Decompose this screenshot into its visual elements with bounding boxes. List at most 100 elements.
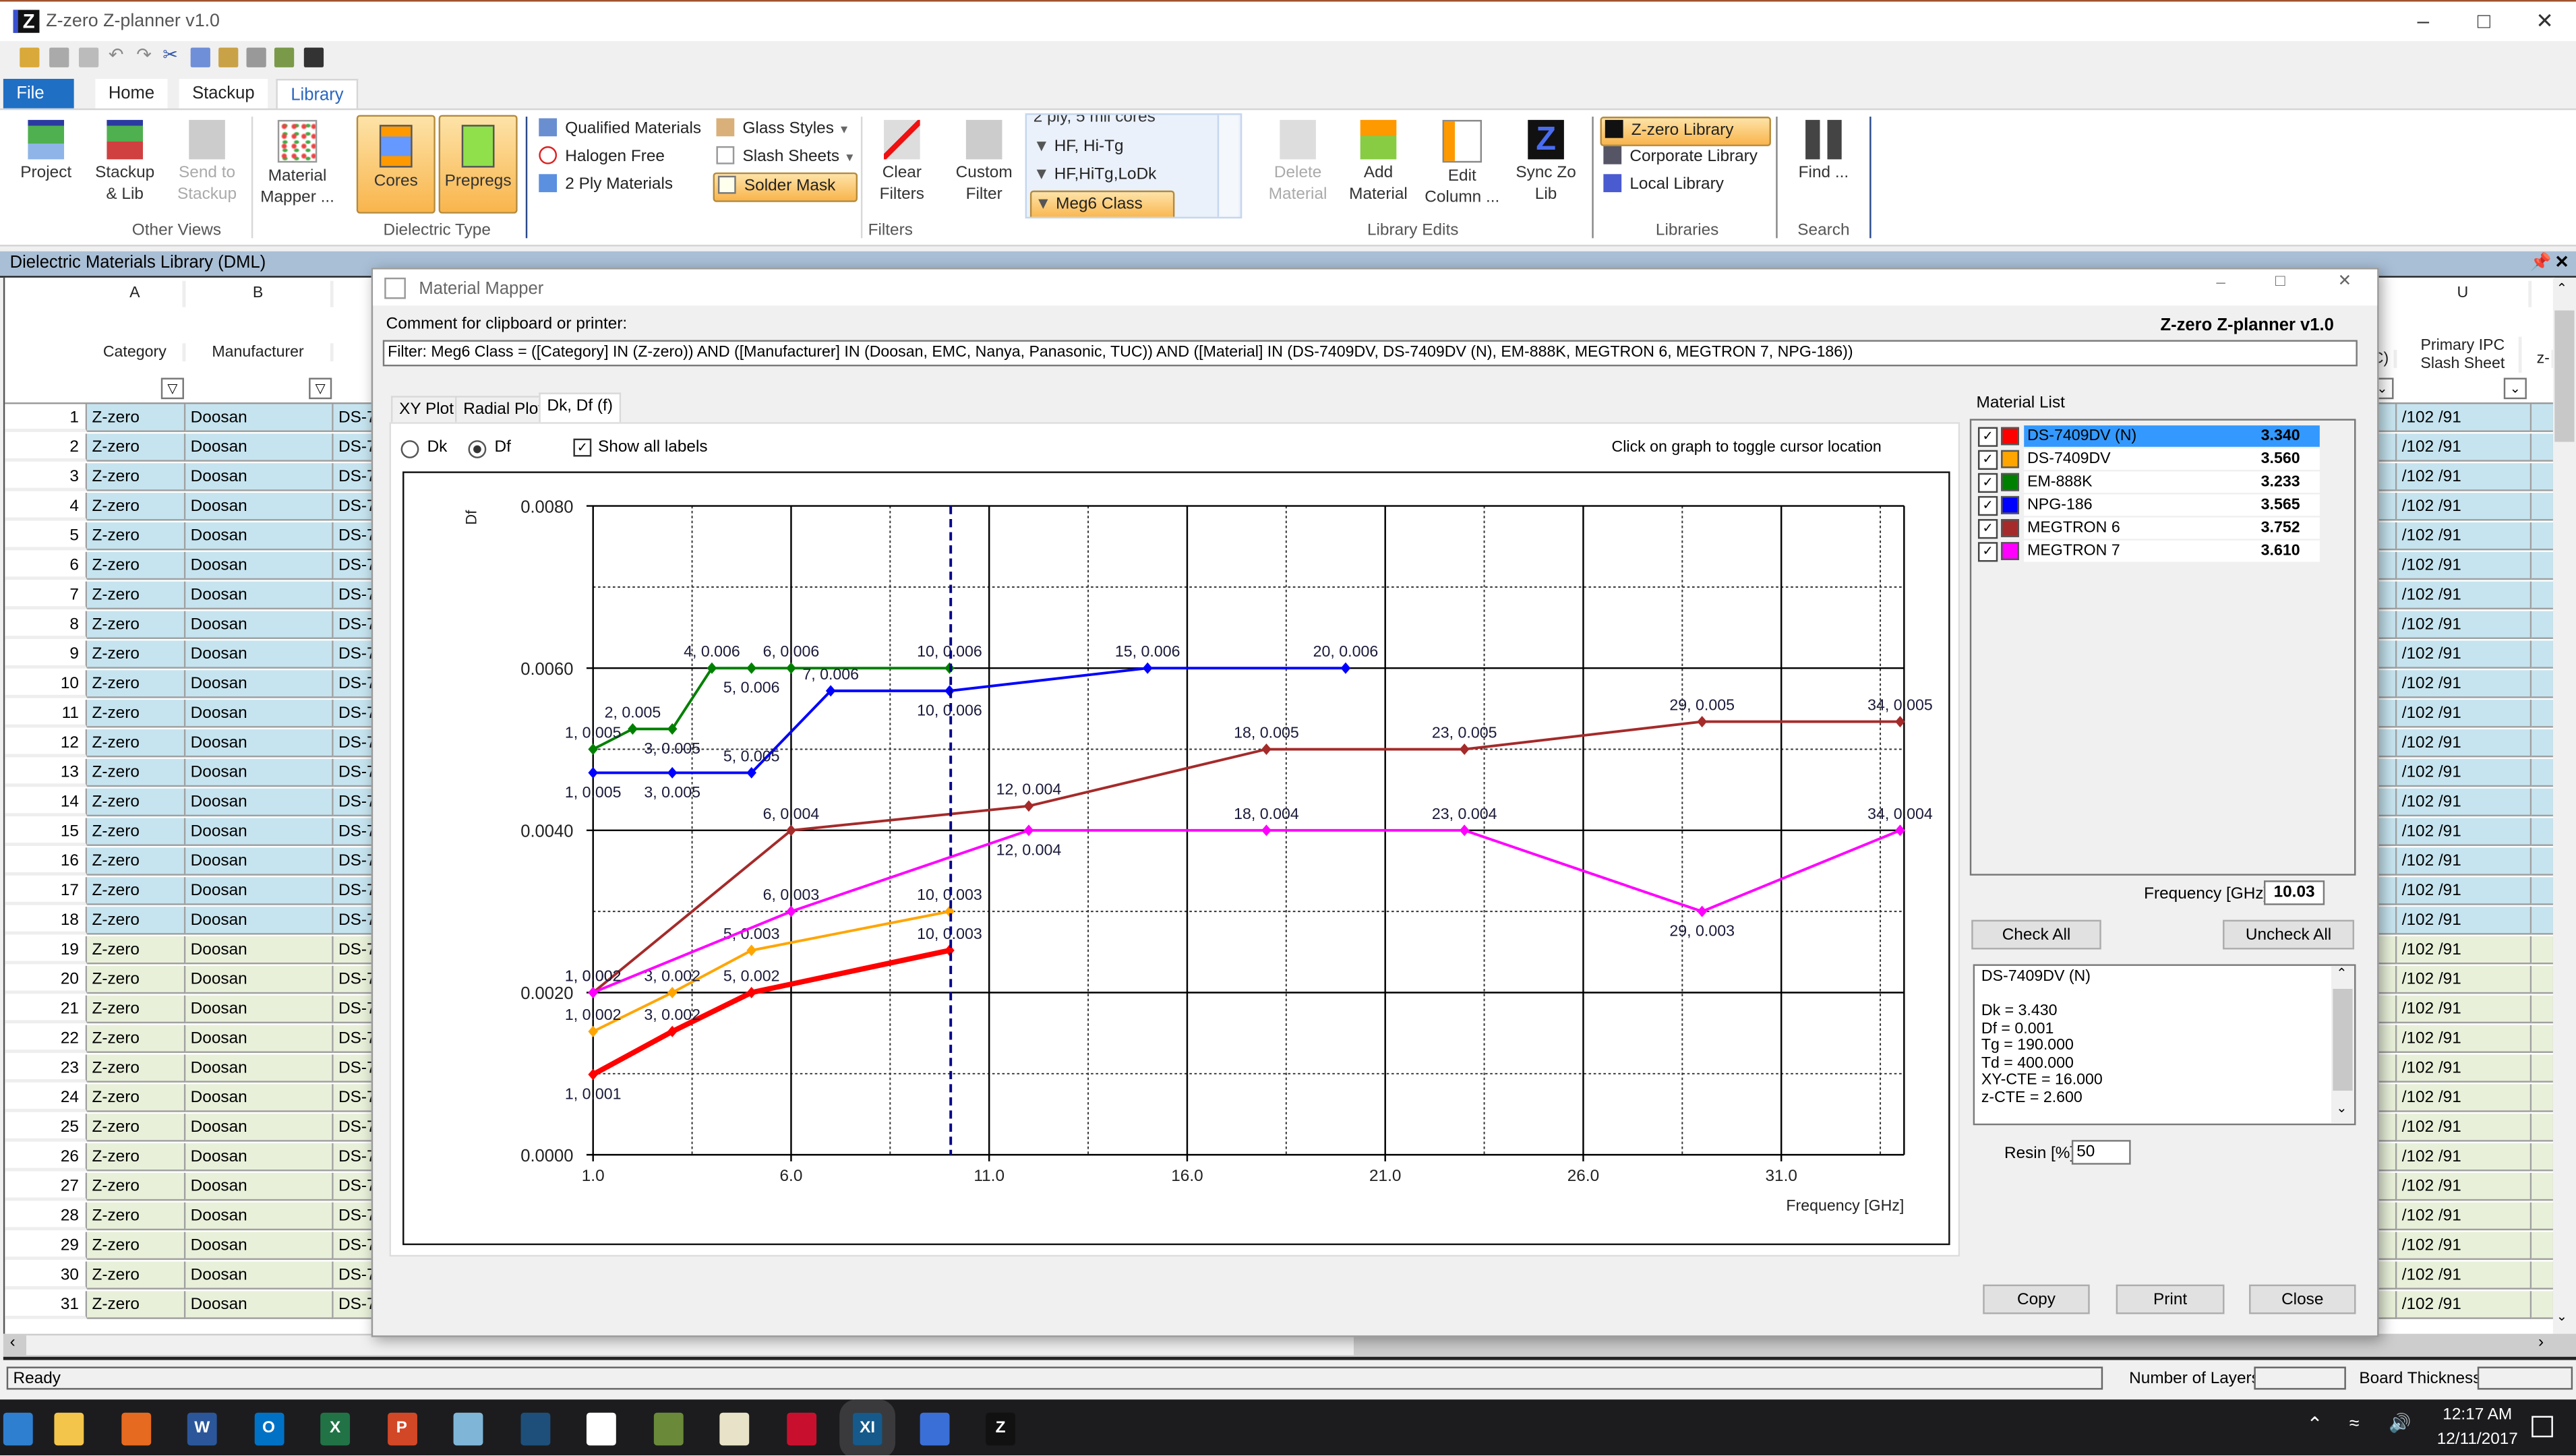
data-point[interactable] [1340, 662, 1351, 674]
column-letter-u[interactable]: U [2397, 280, 2532, 307]
cell-v[interactable] [2532, 1202, 2555, 1231]
material-list-item[interactable]: ✓ EM-888K 3.233 [1971, 471, 2323, 493]
cell-v[interactable] [2532, 581, 2555, 610]
grid-horizontal-scrollbar[interactable]: ‹ › [3, 1333, 2576, 1360]
cell-manufacturer[interactable]: Doosan [185, 1054, 334, 1083]
filter-meg6-class[interactable]: ▼ Meg6 Class [1029, 190, 1175, 217]
save-all-icon[interactable] [78, 47, 99, 67]
cell-v[interactable] [2532, 1291, 2555, 1319]
cell-manufacturer[interactable]: Doosan [185, 818, 334, 846]
cell-category[interactable]: Z-zero [87, 581, 186, 610]
cell-category[interactable]: Z-zero [87, 1025, 186, 1054]
taskbar-settings-tool-icon[interactable] [653, 1412, 683, 1446]
undo-icon[interactable]: ↶ [109, 44, 128, 65]
cell-v[interactable] [2532, 670, 2555, 698]
cut-icon[interactable]: ✂ [162, 44, 182, 65]
data-point[interactable] [1697, 905, 1708, 917]
cell-v[interactable] [2532, 611, 2555, 639]
cell-category[interactable]: Z-zero [87, 611, 186, 639]
row-number[interactable]: 3 [5, 463, 88, 491]
cell-manufacturer[interactable]: Doosan [185, 463, 334, 491]
cell-manufacturer[interactable]: Doosan [185, 788, 334, 817]
cell-slash-sheet[interactable]: /102 /91 [2397, 640, 2532, 669]
taskbar-powerpoint-icon[interactable]: P [386, 1412, 417, 1446]
filter-category-icon[interactable]: ▽ [160, 377, 184, 400]
scroll-up-icon[interactable]: ⌃ [2336, 966, 2347, 983]
cell-slash-sheet[interactable]: /102 /91 [2397, 1172, 2532, 1201]
cell-category[interactable]: Z-zero [87, 1172, 186, 1201]
cell-slash-sheet[interactable]: /102 /91 [2397, 1084, 2532, 1112]
cell-v[interactable] [2532, 640, 2555, 669]
tab-radial-plot[interactable]: Radial Plot [455, 396, 551, 424]
cell-manufacturer[interactable]: Doosan [185, 1232, 334, 1261]
open-icon[interactable] [20, 47, 40, 67]
cell-manufacturer[interactable]: Doosan [185, 581, 334, 610]
scroll-down-icon[interactable]: ⌄ [2556, 1309, 2567, 1324]
material-checkbox[interactable]: ✓ [1977, 495, 1998, 516]
cell-manufacturer[interactable]: Doosan [185, 995, 334, 1024]
cell-slash-sheet[interactable]: /102 /91 [2397, 847, 2532, 876]
show-labels-checkbox[interactable]: ✓ [573, 438, 592, 457]
column-header-manufacturer[interactable]: Manufacturer [185, 343, 334, 362]
cell-v[interactable] [2532, 522, 2555, 551]
cell-category[interactable]: Z-zero [87, 1232, 186, 1261]
taskbar-notepad-icon[interactable] [453, 1412, 483, 1446]
row-number[interactable]: 14 [5, 788, 88, 817]
row-number[interactable]: 10 [5, 670, 88, 698]
cell-category[interactable]: Z-zero [87, 404, 186, 432]
prepregs-button[interactable]: Prepregs [438, 115, 518, 214]
scroll-thumb[interactable] [26, 1335, 1354, 1356]
cell-manufacturer[interactable]: Doosan [185, 965, 334, 994]
material-checkbox[interactable]: ✓ [1977, 519, 1998, 539]
cell-category[interactable]: Z-zero [87, 700, 186, 728]
row-number[interactable]: 29 [5, 1232, 88, 1261]
print-icon[interactable] [246, 47, 266, 67]
filter-slash-icon[interactable]: ⌄ [2503, 377, 2527, 400]
cell-slash-sheet[interactable]: /102 /91 [2397, 936, 2532, 965]
copy-button[interactable]: Copy [1983, 1284, 2090, 1314]
row-number[interactable]: 13 [5, 758, 88, 787]
cell-slash-sheet[interactable]: /102 /91 [2397, 611, 2532, 639]
cell-category[interactable]: Z-zero [87, 463, 186, 491]
glass-styles-dropdown[interactable]: Glass Styles ▼ [716, 117, 850, 143]
cell-category[interactable]: Z-zero [87, 758, 186, 787]
data-point[interactable] [1261, 743, 1271, 756]
cell-manufacturer[interactable]: Doosan [185, 1025, 334, 1054]
cell-category[interactable]: Z-zero [87, 640, 186, 669]
column-letter-b[interactable]: B [185, 280, 334, 307]
material-mapper-button[interactable]: Material Mapper ... [256, 113, 338, 208]
dialog-close-icon[interactable]: ✕ [2338, 273, 2352, 291]
cell-v[interactable] [2532, 907, 2555, 935]
cell-v[interactable] [2532, 936, 2555, 965]
cell-v[interactable] [2532, 995, 2555, 1024]
taskbar-outlook-icon[interactable]: O [253, 1412, 284, 1446]
pin-icon[interactable]: 📌 [2530, 251, 2552, 276]
cell-slash-sheet[interactable]: /102 /91 [2397, 758, 2532, 787]
qualified-materials-button[interactable]: Qualified Materials [539, 117, 701, 143]
cell-v[interactable] [2532, 404, 2555, 432]
cell-manufacturer[interactable]: Doosan [185, 936, 334, 965]
data-point[interactable] [786, 905, 796, 917]
data-point[interactable] [1697, 716, 1708, 728]
close-icon[interactable]: ✕ [2520, 8, 2569, 34]
cell-category[interactable]: Z-zero [87, 670, 186, 698]
cell-v[interactable] [2532, 1084, 2555, 1112]
frequency-field[interactable]: 10.03 [2263, 880, 2325, 905]
stackup-lib-button[interactable]: Stackup & Lib [89, 113, 161, 205]
row-number[interactable]: 1 [5, 404, 88, 432]
cell-manufacturer[interactable]: Doosan [185, 1172, 334, 1201]
row-number[interactable]: 22 [5, 1025, 88, 1054]
column-header-category[interactable]: Category [87, 343, 186, 362]
cell-manufacturer[interactable]: Doosan [185, 758, 334, 787]
row-number[interactable]: 6 [5, 551, 88, 580]
delete-material-button[interactable]: Delete Material [1262, 113, 1334, 205]
data-point[interactable] [746, 944, 757, 957]
data-point[interactable] [1023, 824, 1034, 837]
cell-v[interactable] [2532, 1261, 2555, 1290]
scroll-left-icon[interactable]: ‹ [10, 1334, 16, 1352]
cell-slash-sheet[interactable]: /102 /91 [2397, 1054, 2532, 1083]
cell-slash-sheet[interactable]: /102 /91 [2397, 965, 2532, 994]
row-number[interactable]: 30 [5, 1261, 88, 1290]
check-all-button[interactable]: Check All [1971, 919, 2101, 950]
paste-icon[interactable] [218, 47, 239, 67]
